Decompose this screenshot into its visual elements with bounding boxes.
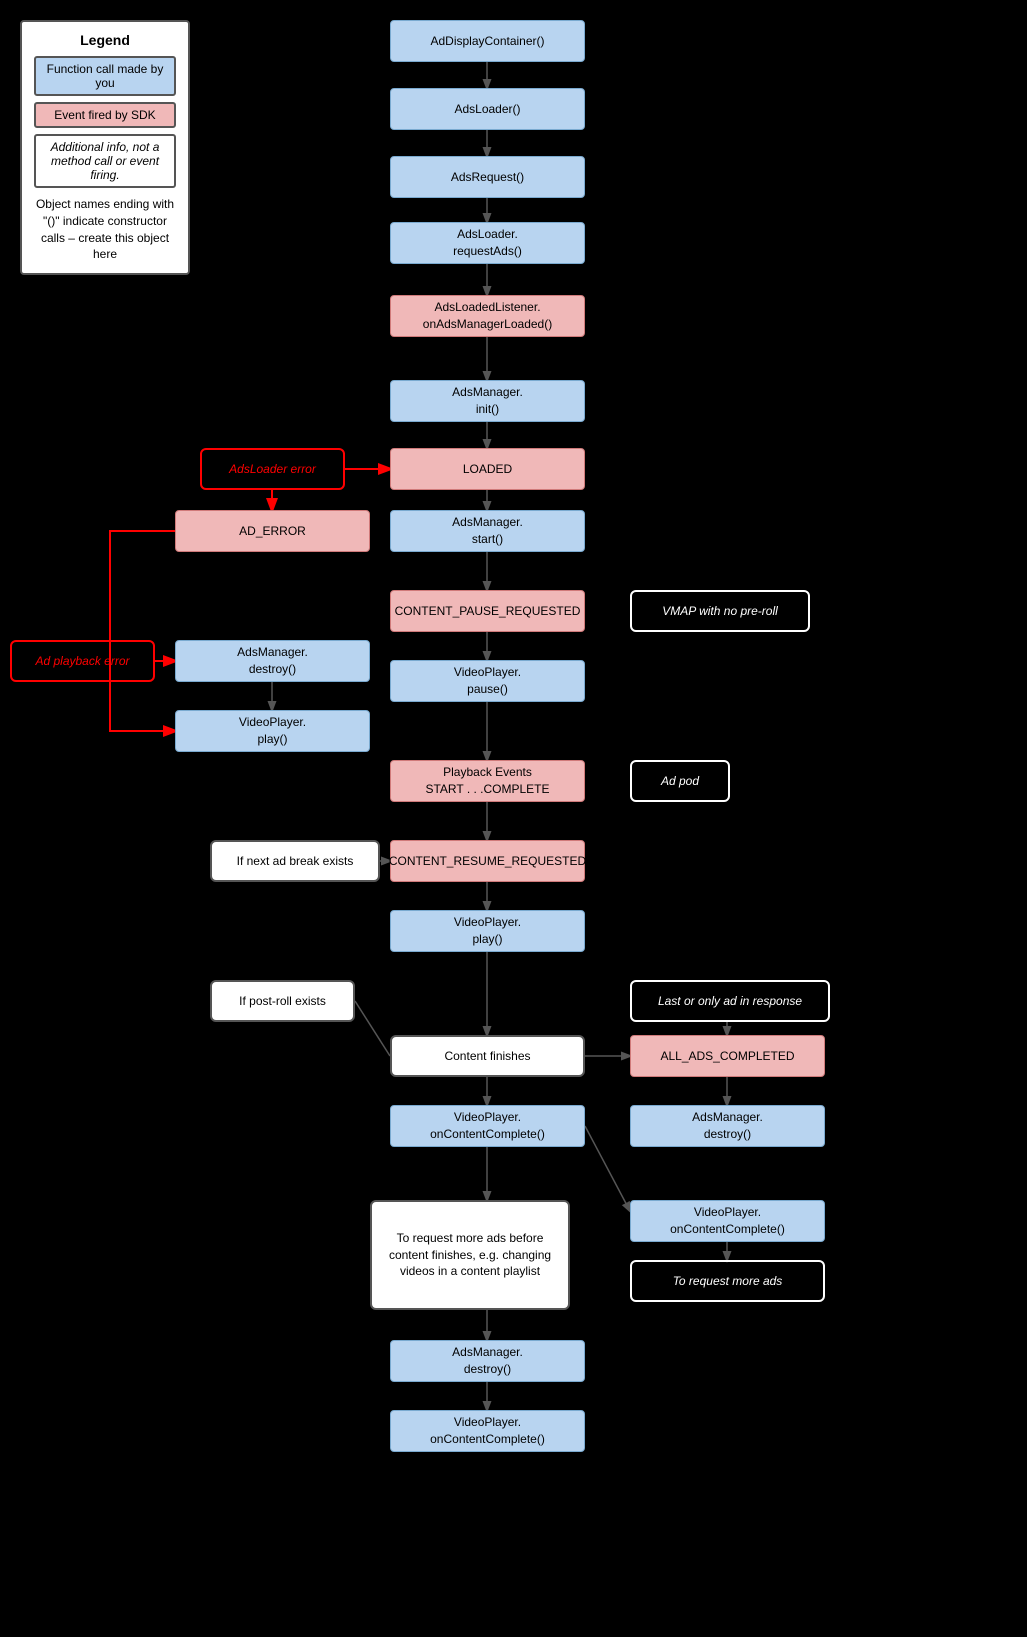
- box-PlaybackEvents: Playback EventsSTART . . .COMPLETE: [390, 760, 585, 802]
- box-LOADED: LOADED: [390, 448, 585, 490]
- box-ToRequestMoreAds: To request more ads before content finis…: [370, 1200, 570, 1310]
- legend: Legend Function call made by you Event f…: [20, 20, 190, 275]
- legend-blue-box: Function call made by you: [34, 56, 176, 96]
- box-VideoPlayerOnContentComplete1: VideoPlayer.onContentComplete(): [390, 1105, 585, 1147]
- box-AdsManagerDestroy3: AdsManager.destroy(): [390, 1340, 585, 1382]
- box-AdsRequest: AdsRequest(): [390, 156, 585, 198]
- legend-italic-box: Additional info, not a method call or ev…: [34, 134, 176, 188]
- box-IfPostRollExists: If post-roll exists: [210, 980, 355, 1022]
- box-LastOrOnlyAd: Last or only ad in response: [630, 980, 830, 1022]
- box-AdDisplayContainer: AdDisplayContainer(): [390, 20, 585, 62]
- box-ContentFinishes: Content finishes: [390, 1035, 585, 1077]
- box-CONTENT_RESUME_REQUESTED: CONTENT_RESUME_REQUESTED: [390, 840, 585, 882]
- box-ToRequestMoreAdsLabel: To request more ads: [630, 1260, 825, 1302]
- box-VideoPlayerOnContentComplete2: VideoPlayer.onContentComplete(): [630, 1200, 825, 1242]
- box-CONTENT_PAUSE_REQUESTED: CONTENT_PAUSE_REQUESTED: [390, 590, 585, 632]
- legend-title: Legend: [34, 32, 176, 48]
- box-AdsLoader: AdsLoader(): [390, 88, 585, 130]
- legend-pink-box: Event fired by SDK: [34, 102, 176, 128]
- box-AdPlaybackError: Ad playback error: [10, 640, 155, 682]
- box-IfNextAdBreak: If next ad break exists: [210, 840, 380, 882]
- box-AdsLoaderRequestAds: AdsLoader.requestAds(): [390, 222, 585, 264]
- box-AD_ERROR: AD_ERROR: [175, 510, 370, 552]
- diagram-container: Legend Function call made by you Event f…: [0, 0, 1027, 1637]
- box-VideoPlayerPlay2: VideoPlayer.play(): [390, 910, 585, 952]
- box-AdsManagerInit: AdsManager.init(): [390, 380, 585, 422]
- box-AdsManagerStart: AdsManager.start(): [390, 510, 585, 552]
- box-AdPod: Ad pod: [630, 760, 730, 802]
- box-VMAP_no_preroll: VMAP with no pre-roll: [630, 590, 810, 632]
- legend-note: Object names ending with "()" indicate c…: [34, 196, 176, 263]
- box-VideoPlayerPlay1: VideoPlayer.play(): [175, 710, 370, 752]
- box-VideoPlayerOnContentComplete3: VideoPlayer.onContentComplete(): [390, 1410, 585, 1452]
- box-AdsLoaderError: AdsLoader error: [200, 448, 345, 490]
- box-VideoPlayerPause: VideoPlayer.pause(): [390, 660, 585, 702]
- box-AdsManagerDestroy: AdsManager.destroy(): [175, 640, 370, 682]
- box-AdsLoadedListener: AdsLoadedListener.onAdsManagerLoaded(): [390, 295, 585, 337]
- box-ALL_ADS_COMPLETED: ALL_ADS_COMPLETED: [630, 1035, 825, 1077]
- box-AdsManagerDestroy2: AdsManager.destroy(): [630, 1105, 825, 1147]
